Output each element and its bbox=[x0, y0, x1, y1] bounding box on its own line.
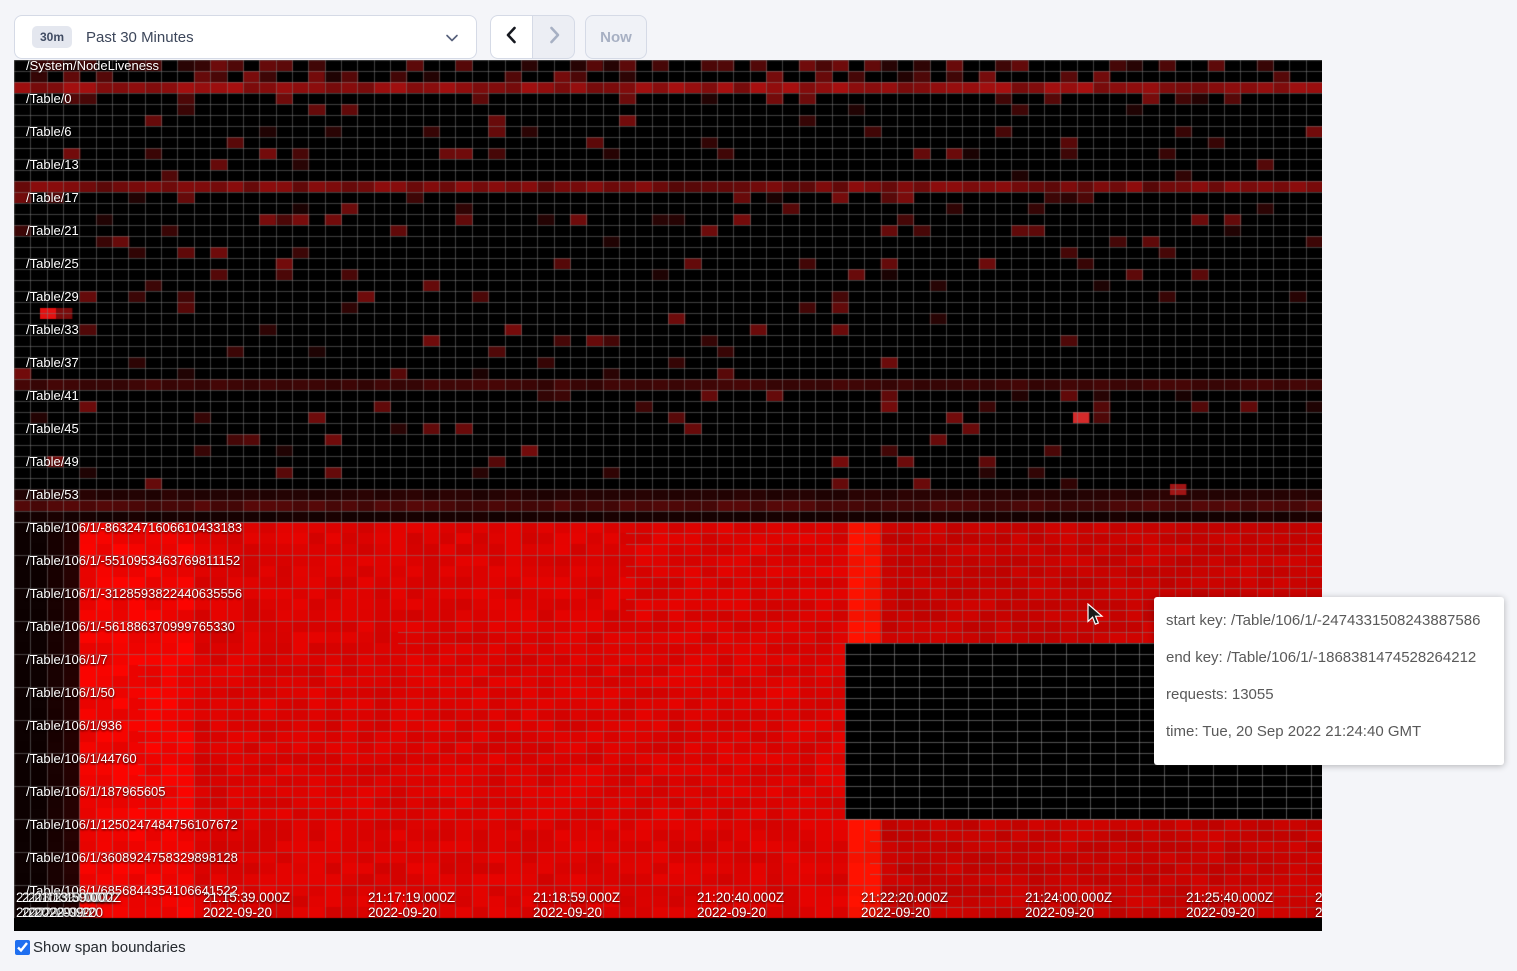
heatmap-canvas[interactable] bbox=[14, 60, 1322, 931]
tooltip-line: time: Tue, 20 Sep 2022 21:24:40 GMT bbox=[1166, 713, 1504, 750]
show-span-boundaries-label: Show span boundaries bbox=[33, 939, 186, 956]
tooltip-line: end key: /Table/106/1/-18683814745282642… bbox=[1166, 639, 1504, 676]
duration-badge: 30m bbox=[32, 26, 72, 48]
show-span-boundaries-toggle: Show span boundaries bbox=[15, 939, 186, 956]
time-back-button[interactable] bbox=[491, 16, 533, 58]
now-button-label: Now bbox=[600, 29, 632, 46]
time-range-dropdown[interactable]: 30m Past 30 Minutes bbox=[14, 15, 477, 59]
time-nav-group bbox=[490, 15, 575, 59]
hover-tooltip: start key: /Table/106/1/-247433150824388… bbox=[1154, 597, 1504, 765]
now-button[interactable]: Now bbox=[585, 15, 647, 59]
chevron-left-icon bbox=[503, 24, 521, 51]
tooltip-line: start key: /Table/106/1/-247433150824388… bbox=[1166, 602, 1504, 639]
time-forward-button[interactable] bbox=[533, 16, 574, 58]
tooltip-line: requests: 13055 bbox=[1166, 676, 1504, 713]
chevron-right-icon bbox=[545, 24, 563, 51]
time-range-label: Past 30 Minutes bbox=[86, 29, 194, 46]
key-visualizer-heatmap: /System/NodeLiveness/Table/0/Table/6/Tab… bbox=[14, 60, 1322, 931]
chevron-down-icon bbox=[444, 30, 460, 51]
mouse-cursor-icon bbox=[1085, 603, 1105, 632]
key-visualizer-page: 30m Past 30 Minutes Now /System/NodeLive… bbox=[0, 0, 1517, 971]
show-span-boundaries-checkbox[interactable] bbox=[15, 940, 30, 955]
